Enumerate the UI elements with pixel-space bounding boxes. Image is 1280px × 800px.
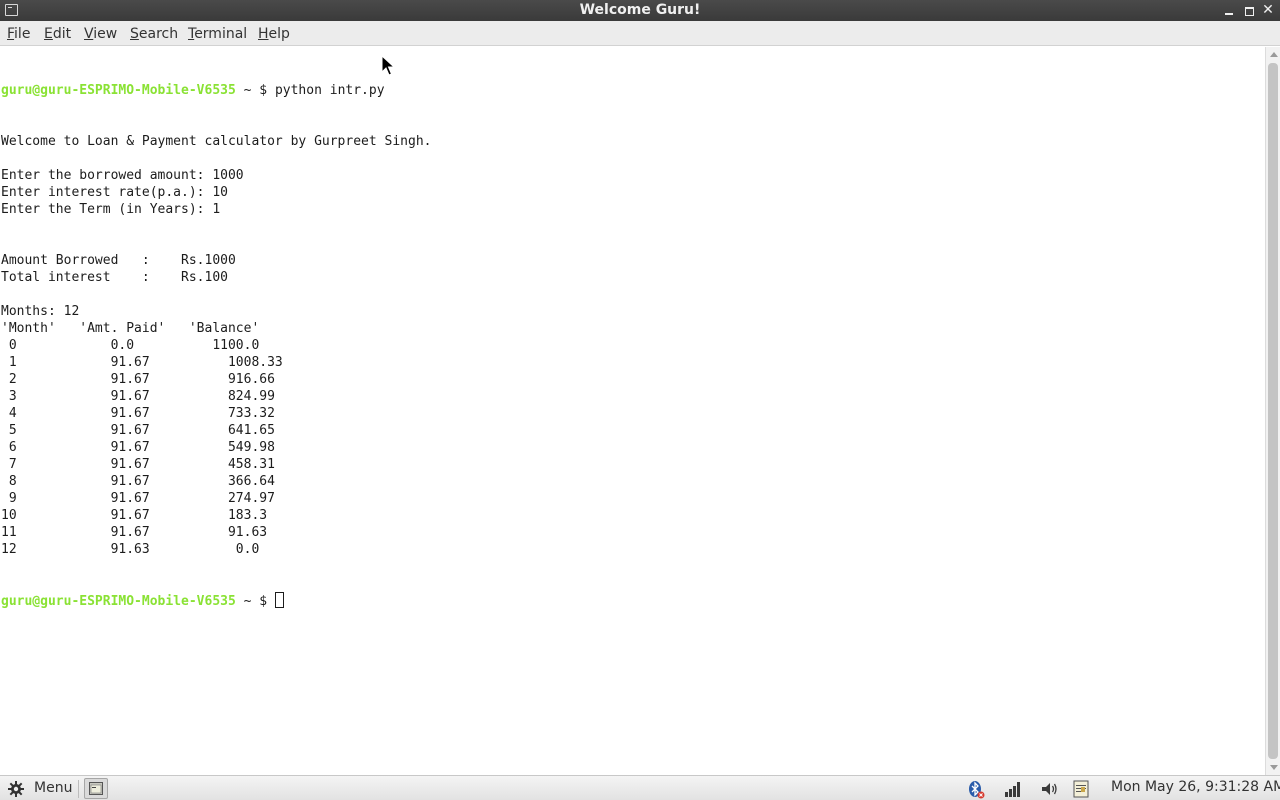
clock[interactable]: Mon May 26, 9:31:28 AM xyxy=(1111,779,1280,795)
command-line: guru@guru-ESPRIMO-Mobile-V6535 ~ $ pytho… xyxy=(1,82,1265,99)
window-title: Welcome Guru! xyxy=(579,2,701,18)
terminal-output[interactable]: guru@guru-ESPRIMO-Mobile-V6535 ~ $ pytho… xyxy=(0,47,1265,775)
prompt-user: guru@guru-ESPRIMO-Mobile-V6535 xyxy=(1,594,236,609)
bluetooth-icon[interactable] xyxy=(966,779,986,799)
notes-applet-icon[interactable] xyxy=(1071,779,1091,799)
terminal-window-icon xyxy=(89,782,103,795)
terminal-line: 8 91.67 366.64 xyxy=(1,474,275,489)
terminal-line: 7 91.67 458.31 xyxy=(1,457,275,472)
terminal-line: 1 91.67 1008.33 xyxy=(1,355,283,370)
terminal-line: 4 91.67 733.32 xyxy=(1,406,275,421)
scroll-up-icon[interactable] xyxy=(1270,52,1278,57)
terminal-line: 5 91.67 641.65 xyxy=(1,423,275,438)
maximize-button[interactable] xyxy=(1242,3,1256,17)
terminal-line: 'Month' 'Amt. Paid' 'Balance' xyxy=(1,321,260,336)
menu-bar: File Edit View Search Terminal Help xyxy=(0,21,1280,46)
terminal-line: 6 91.67 549.98 xyxy=(1,440,275,455)
prompt-path: ~ $ xyxy=(235,594,275,609)
minimize-button[interactable] xyxy=(1222,3,1236,17)
menu-terminal[interactable]: Terminal xyxy=(188,26,247,42)
menu-help[interactable]: Help xyxy=(258,26,290,42)
terminal-line: Amount Borrowed : Rs.1000 xyxy=(1,253,236,268)
taskbar-terminal-button[interactable] xyxy=(84,778,108,799)
vertical-scrollbar[interactable] xyxy=(1265,47,1280,775)
scrollbar-thumb[interactable] xyxy=(1268,63,1278,759)
terminal-line: 9 91.67 274.97 xyxy=(1,491,275,506)
scroll-down-icon[interactable] xyxy=(1270,765,1278,770)
menu-file[interactable]: File xyxy=(7,26,30,42)
terminal-line: Enter the Term (in Years): 1 xyxy=(1,202,221,217)
prompt-user: guru@guru-ESPRIMO-Mobile-V6535 xyxy=(1,83,236,98)
panel-separator xyxy=(78,780,79,798)
output-block: Welcome to Loan & Payment calculator by … xyxy=(1,133,1265,558)
prompt-path: ~ $ xyxy=(235,83,275,98)
volume-icon[interactable] xyxy=(1040,779,1060,799)
terminal-line: Total interest : Rs.100 xyxy=(1,270,228,285)
menu-view[interactable]: View xyxy=(84,26,117,42)
terminal-line: 12 91.63 0.0 xyxy=(1,542,260,557)
terminal-line: 3 91.67 824.99 xyxy=(1,389,275,404)
menu-label: Menu xyxy=(34,780,73,796)
network-signal-icon[interactable] xyxy=(1003,779,1023,799)
terminal-line: 0 0.0 1100.0 xyxy=(1,338,260,353)
mouse-pointer-icon xyxy=(381,55,395,76)
menu-search[interactable]: Search xyxy=(130,26,178,42)
window-titlebar[interactable]: Welcome Guru! ✕ xyxy=(0,0,1280,21)
terminal-line: Welcome to Loan & Payment calculator by … xyxy=(1,134,432,149)
terminal-line: Enter the borrowed amount: 1000 xyxy=(1,168,244,183)
close-button[interactable]: ✕ xyxy=(1261,3,1275,17)
gear-icon xyxy=(8,781,24,797)
terminal-line: Months: 12 xyxy=(1,304,80,319)
terminal-line: 11 91.67 91.63 xyxy=(1,525,268,540)
bottom-panel: Menu Mon May 26, 9:31:28 AM xyxy=(0,775,1280,800)
menu-edit[interactable]: Edit xyxy=(44,26,71,42)
terminal-line: 10 91.67 183.3 xyxy=(1,508,268,523)
active-prompt-line[interactable]: guru@guru-ESPRIMO-Mobile-V6535 ~ $ xyxy=(1,592,1265,609)
terminal-line: 2 91.67 916.66 xyxy=(1,372,275,387)
terminal-line: Enter interest rate(p.a.): 10 xyxy=(1,185,228,200)
command-text: python intr.py xyxy=(274,83,385,98)
text-cursor xyxy=(274,592,284,608)
